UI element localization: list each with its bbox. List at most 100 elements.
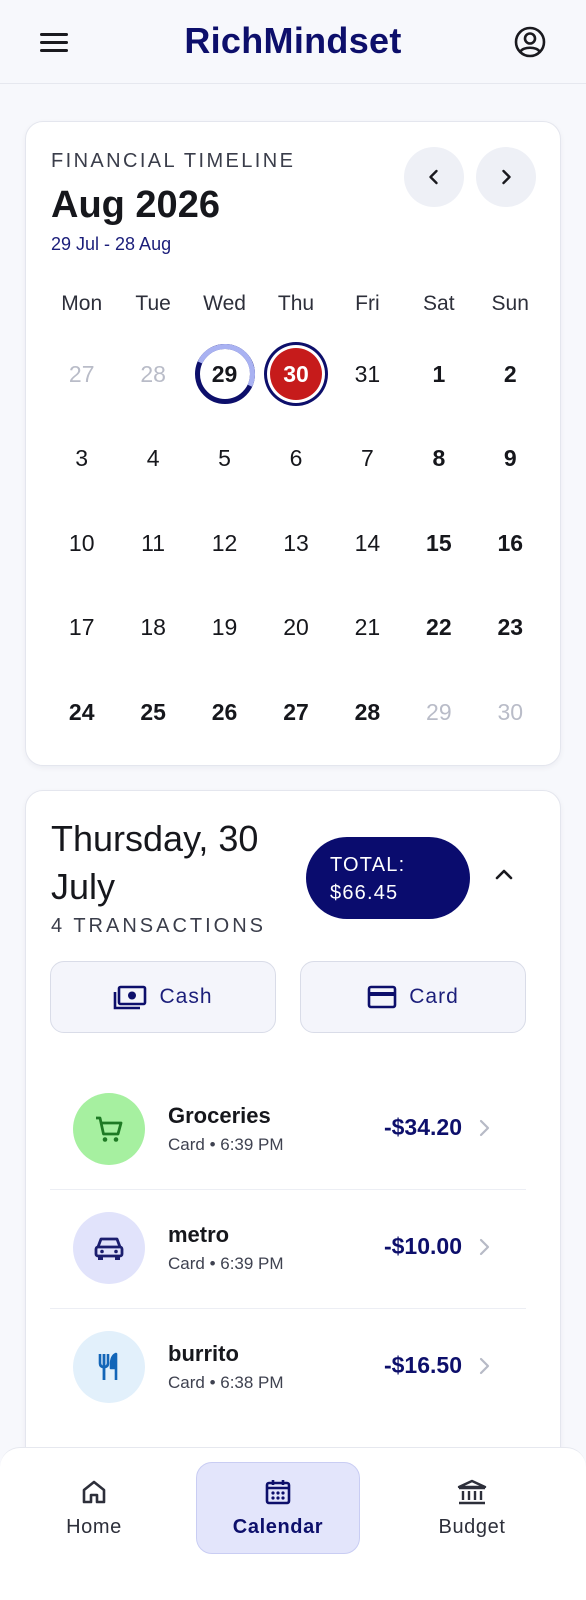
calendar-day[interactable]: 28 xyxy=(332,682,403,767)
day-number: 2 xyxy=(503,360,517,387)
calendar-card: FINANCIAL TIMELINE Aug 2026 29 Jul - 28 … xyxy=(25,121,561,766)
nav-budget[interactable]: Budget xyxy=(390,1462,554,1554)
calendar-day[interactable]: 10 xyxy=(46,513,117,598)
calendar-day[interactable]: 18 xyxy=(117,598,188,683)
weekday-label: Mon xyxy=(61,292,103,315)
calendar-day[interactable]: 7 xyxy=(332,429,403,514)
day-number: 12 xyxy=(211,529,238,556)
cash-icon xyxy=(114,985,147,1010)
day-number: 27 xyxy=(283,698,309,725)
transaction-list: Groceries Card • 6:39 PM -$34.20 metro C… xyxy=(50,1071,526,1428)
calendar-day[interactable]: 3 xyxy=(46,429,117,514)
day-number: 7 xyxy=(361,445,374,471)
calendar-day[interactable]: 6 xyxy=(260,429,331,514)
selected-day-title: Thursday, 30 July xyxy=(51,818,259,907)
calendar-day[interactable]: 2 xyxy=(475,344,546,429)
chevron-right-icon xyxy=(479,1238,490,1256)
transaction-amount: -$16.50 xyxy=(383,1352,462,1378)
day-number: 9 xyxy=(503,445,517,471)
calendar-day[interactable]: 23 xyxy=(475,598,546,683)
category-icon-badge xyxy=(73,1212,145,1284)
calendar-day[interactable]: 12 xyxy=(189,513,260,598)
previous-month-button[interactable] xyxy=(404,147,464,207)
calendar-day[interactable]: 8 xyxy=(403,429,474,514)
card-label: Card xyxy=(409,985,459,1008)
credit-card-icon xyxy=(367,985,397,1009)
transaction-amount: -$34.20 xyxy=(383,1114,462,1140)
nav-home[interactable]: Home xyxy=(12,1462,176,1554)
next-month-button[interactable] xyxy=(476,147,536,207)
nav-home-label: Home xyxy=(66,1515,122,1538)
calendar-day[interactable]: 1 xyxy=(403,344,474,429)
day-number: 18 xyxy=(140,614,166,640)
day-number: 28 xyxy=(140,360,166,387)
calendar-day[interactable]: 28 xyxy=(117,344,188,429)
day-number: 14 xyxy=(354,529,381,556)
calendar-day[interactable]: 13 xyxy=(260,513,331,598)
day-number: 22 xyxy=(426,614,452,640)
calendar-day[interactable]: 14 xyxy=(332,513,403,598)
day-number: 16 xyxy=(497,529,524,556)
day-number: 4 xyxy=(146,445,160,471)
calendar-day[interactable]: 16 xyxy=(475,513,546,598)
day-number: 20 xyxy=(283,614,309,640)
day-number: 17 xyxy=(68,614,95,640)
profile-icon[interactable] xyxy=(512,24,548,60)
calendar-day-selected[interactable]: 30 xyxy=(260,344,331,429)
day-number: 5 xyxy=(218,445,231,471)
utensils-icon xyxy=(98,1352,118,1380)
top-app-bar: RichMindset xyxy=(0,0,586,84)
day-number: 27 xyxy=(68,360,95,387)
transaction-meta: Card • 6:38 PM xyxy=(168,1373,284,1392)
month-title: Aug 2026 xyxy=(51,184,220,226)
nav-calendar[interactable]: Calendar xyxy=(196,1462,360,1554)
transaction-name: metro xyxy=(168,1222,230,1247)
total-value: $66.45 xyxy=(330,882,399,904)
cash-label: Cash xyxy=(159,985,213,1008)
calendar-day[interactable]: 31 xyxy=(332,344,403,429)
calendar-day[interactable]: 4 xyxy=(117,429,188,514)
calendar-day[interactable]: 30 xyxy=(475,682,546,767)
total-badge: TOTAL: $66.45 xyxy=(306,837,470,919)
day-number: 25 xyxy=(140,698,166,725)
day-number: 28 xyxy=(354,698,381,725)
calendar-day[interactable]: 19 xyxy=(189,598,260,683)
day-number: 3 xyxy=(75,445,89,471)
calendar-day[interactable]: 11 xyxy=(117,513,188,598)
transaction-name: Groceries xyxy=(168,1103,271,1128)
calendar-day[interactable]: 25 xyxy=(117,682,188,767)
transaction-count: 4 TRANSACTIONS xyxy=(51,915,266,937)
calendar-day[interactable]: 27 xyxy=(260,682,331,767)
transaction-row[interactable]: metro Card • 6:39 PM -$10.00 xyxy=(50,1190,526,1309)
chevron-right-icon xyxy=(479,1357,490,1375)
calendar-day[interactable]: 26 xyxy=(189,682,260,767)
weekday-label: Fri xyxy=(355,292,380,315)
chevron-up-icon xyxy=(495,869,513,880)
calendar-day-today[interactable]: 29 xyxy=(189,344,260,429)
total-label: TOTAL: xyxy=(330,854,406,876)
calendar-day[interactable]: 15 xyxy=(403,513,474,598)
calendar-day[interactable]: 29 xyxy=(403,682,474,767)
calendar-day[interactable]: 9 xyxy=(475,429,546,514)
nav-budget-label: Budget xyxy=(438,1515,506,1538)
weekday-label: Thu xyxy=(277,292,315,315)
transaction-amount: -$10.00 xyxy=(383,1233,462,1259)
day-number: 29 xyxy=(194,344,255,404)
calendar-icon xyxy=(265,1479,291,1504)
transaction-row[interactable]: Groceries Card • 6:39 PM -$34.20 xyxy=(50,1071,526,1190)
card-filter-button[interactable]: Card xyxy=(300,961,526,1033)
calendar-day[interactable]: 17 xyxy=(46,598,117,683)
calendar-day[interactable]: 24 xyxy=(46,682,117,767)
day-number: 10 xyxy=(68,529,95,556)
calendar-day[interactable]: 21 xyxy=(332,598,403,683)
chevron-right-icon xyxy=(502,169,511,185)
category-icon-badge xyxy=(73,1331,145,1403)
calendar-day[interactable]: 22 xyxy=(403,598,474,683)
cash-filter-button[interactable]: Cash xyxy=(50,961,276,1033)
calendar-day[interactable]: 5 xyxy=(189,429,260,514)
collapse-button[interactable] xyxy=(486,857,522,893)
calendar-day[interactable]: 27 xyxy=(46,344,117,429)
transaction-row[interactable]: burrito Card • 6:38 PM -$16.50 xyxy=(50,1309,526,1428)
transaction-meta: Card • 6:39 PM xyxy=(168,1254,284,1273)
calendar-day[interactable]: 20 xyxy=(260,598,331,683)
